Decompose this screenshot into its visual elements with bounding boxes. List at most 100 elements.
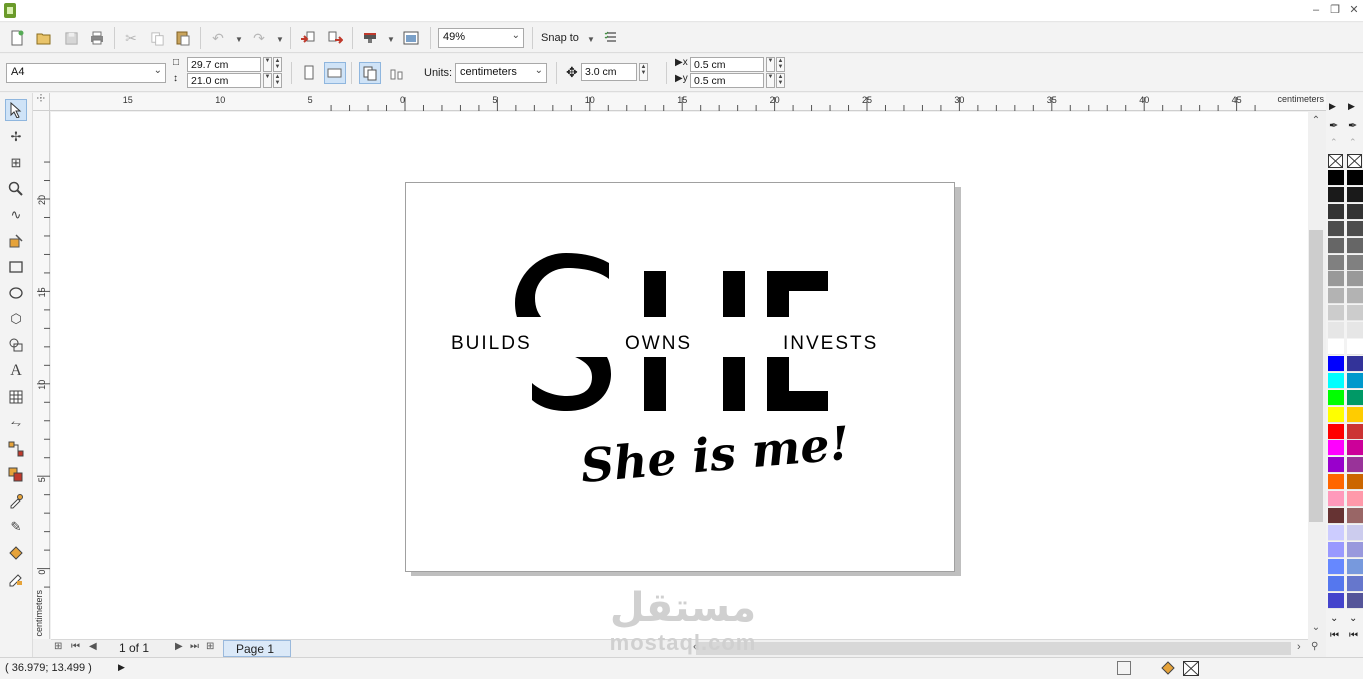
page-height-input[interactable]: 21.0 cm bbox=[187, 73, 261, 88]
interactive-fill-tool-icon[interactable] bbox=[5, 568, 27, 590]
color-swatch[interactable] bbox=[1328, 288, 1344, 305]
color-swatch[interactable] bbox=[1347, 254, 1363, 271]
color-swatch[interactable] bbox=[1347, 186, 1363, 203]
fill-tool-icon[interactable] bbox=[5, 542, 27, 564]
vertical-ruler[interactable]: 20 15 10 5 0 centimeters bbox=[33, 111, 50, 639]
color-swatch[interactable] bbox=[1347, 508, 1363, 524]
blend-tool-icon[interactable] bbox=[5, 464, 27, 486]
color-proof-icon[interactable] bbox=[1117, 661, 1131, 675]
dimension-tool-icon[interactable]: ⥊ bbox=[5, 412, 27, 434]
color-swatch[interactable] bbox=[1328, 186, 1344, 203]
color-swatch[interactable] bbox=[1347, 592, 1363, 609]
color-swatch[interactable] bbox=[1347, 423, 1363, 440]
color-swatch[interactable] bbox=[1347, 406, 1363, 423]
basic-shapes-tool-icon[interactable] bbox=[5, 334, 27, 356]
color-swatch[interactable] bbox=[1347, 558, 1363, 575]
page-width-dropdown-icon[interactable]: ▼ bbox=[263, 57, 272, 72]
application-launcher-icon[interactable] bbox=[359, 27, 381, 49]
restore-icon[interactable]: ❐ bbox=[1327, 2, 1343, 18]
color-swatch[interactable] bbox=[1347, 220, 1363, 237]
color-swatch[interactable] bbox=[1328, 389, 1344, 406]
paper-size-combo[interactable]: A4 ⌄ bbox=[6, 63, 166, 83]
portrait-icon[interactable] bbox=[298, 62, 320, 84]
options-icon[interactable] bbox=[601, 27, 623, 49]
next-page-icon[interactable]: ▶ bbox=[175, 641, 183, 652]
color-swatch[interactable] bbox=[1347, 372, 1363, 389]
palette-scroll-down-icon[interactable]: ⌄ bbox=[1330, 613, 1338, 624]
undo-dropdown-icon[interactable]: ▼ bbox=[235, 35, 243, 44]
color-swatch[interactable] bbox=[1347, 524, 1363, 541]
fill-indicator-icon[interactable] bbox=[1160, 660, 1176, 679]
color-swatch[interactable] bbox=[1347, 305, 1363, 322]
page-height-dropdown-icon[interactable]: ▼ bbox=[263, 73, 272, 88]
smart-fill-tool-icon[interactable] bbox=[5, 230, 27, 252]
connector-tool-icon[interactable] bbox=[5, 438, 27, 460]
landscape-icon[interactable] bbox=[324, 62, 346, 84]
duplicate-x-dropdown-icon[interactable]: ▼ bbox=[766, 57, 775, 72]
polygon-tool-icon[interactable]: ⬡ bbox=[5, 308, 27, 330]
last-page-icon[interactable]: ⏭ bbox=[190, 641, 199, 652]
snap-dropdown-icon[interactable]: ▼ bbox=[587, 35, 595, 44]
nudge-distance-input[interactable]: 3.0 cm bbox=[581, 63, 637, 81]
color-swatch[interactable] bbox=[1347, 575, 1363, 592]
open-folder-icon[interactable] bbox=[33, 27, 55, 49]
color-swatch[interactable] bbox=[1347, 491, 1363, 508]
add-page-after-icon[interactable]: ⊞ bbox=[206, 641, 214, 652]
zoom-level-combo[interactable]: 49% ⌄ bbox=[438, 28, 524, 48]
color-swatch[interactable] bbox=[1328, 508, 1344, 524]
palette-scroll-down-icon[interactable]: ⌄ bbox=[1349, 613, 1357, 624]
minimize-icon[interactable]: – bbox=[1308, 2, 1324, 18]
color-swatch[interactable] bbox=[1328, 355, 1344, 372]
redo-icon[interactable]: ↷ bbox=[248, 27, 270, 49]
palette-scroll-up-icon[interactable]: ⌃ bbox=[1349, 137, 1357, 148]
color-swatch[interactable] bbox=[1328, 372, 1344, 389]
pick-tool-icon[interactable] bbox=[5, 99, 27, 121]
color-swatch[interactable] bbox=[1347, 457, 1363, 474]
page-width-spinner-icon[interactable]: ▲ ▼ bbox=[273, 57, 282, 72]
zoom-tool-icon[interactable] bbox=[5, 178, 27, 200]
color-swatch[interactable] bbox=[1328, 220, 1344, 237]
nudge-spinner-icon[interactable]: ▲ ▼ bbox=[639, 63, 648, 81]
page-width-input[interactable]: 29.7 cm bbox=[187, 57, 261, 72]
scroll-down-icon[interactable]: ⌄ bbox=[1308, 622, 1324, 633]
duplicate-x-spinner-icon[interactable]: ▲ ▼ bbox=[776, 57, 785, 72]
color-swatch[interactable] bbox=[1347, 203, 1363, 220]
color-swatch[interactable] bbox=[1328, 474, 1344, 491]
vertical-scroll-thumb[interactable] bbox=[1309, 230, 1323, 522]
color-swatch[interactable] bbox=[1328, 592, 1344, 609]
color-swatch[interactable] bbox=[1347, 541, 1363, 558]
scroll-up-icon[interactable]: ⌃ bbox=[1308, 115, 1324, 126]
color-swatch[interactable] bbox=[1328, 575, 1344, 592]
vertical-scrollbar[interactable]: ⌃ ⌄ bbox=[1308, 112, 1325, 639]
copy-icon[interactable] bbox=[146, 27, 168, 49]
welcome-screen-icon[interactable] bbox=[400, 27, 422, 49]
color-swatch[interactable] bbox=[1347, 271, 1363, 288]
undo-icon[interactable]: ↶ bbox=[207, 27, 229, 49]
no-fill-swatch[interactable] bbox=[1347, 154, 1362, 168]
palette-scroll-up-icon[interactable]: ⌃ bbox=[1330, 137, 1338, 148]
color-swatch[interactable] bbox=[1347, 322, 1363, 339]
freehand-tool-icon[interactable]: ∿ bbox=[5, 204, 27, 226]
palette-end-icon[interactable]: ⏮ bbox=[1330, 630, 1339, 641]
crop-tool-icon[interactable]: ⊞ bbox=[5, 152, 27, 174]
shape-tool-icon[interactable]: ✢ bbox=[5, 126, 27, 148]
cut-icon[interactable]: ✂ bbox=[120, 27, 142, 49]
color-swatch[interactable] bbox=[1347, 440, 1363, 457]
palette-end-icon[interactable]: ⏮ bbox=[1349, 630, 1358, 641]
color-swatch[interactable] bbox=[1328, 305, 1344, 322]
color-swatch[interactable] bbox=[1328, 406, 1344, 423]
status-expand-icon[interactable]: ▶ bbox=[118, 662, 125, 673]
color-swatch[interactable] bbox=[1347, 237, 1363, 254]
word-builds[interactable]: BUILDS bbox=[451, 333, 532, 354]
first-page-icon[interactable]: ⏮ bbox=[71, 641, 80, 652]
ellipse-tool-icon[interactable] bbox=[5, 282, 27, 304]
color-swatch[interactable] bbox=[1328, 491, 1344, 508]
units-combo[interactable]: centimeters ⌄ bbox=[455, 63, 547, 83]
page-tab[interactable]: Page 1 bbox=[223, 640, 291, 657]
palette-flyout-icon[interactable]: ▶ bbox=[1348, 101, 1355, 112]
color-swatch[interactable] bbox=[1328, 457, 1344, 474]
color-swatch[interactable] bbox=[1328, 440, 1344, 457]
she-lettering[interactable] bbox=[506, 253, 926, 411]
current-page-icon[interactable] bbox=[386, 62, 408, 84]
previous-page-icon[interactable]: ◀ bbox=[89, 641, 97, 652]
